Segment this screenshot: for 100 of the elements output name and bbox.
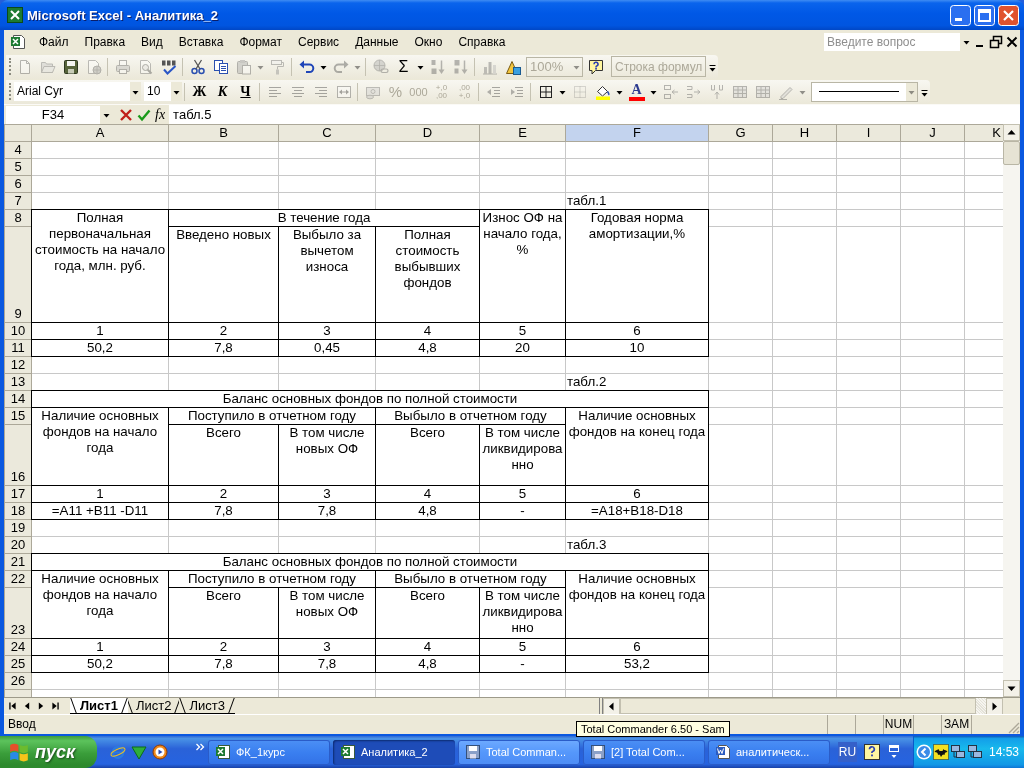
table-cell: - [479,655,566,673]
underline-button[interactable]: Ч [234,80,257,103]
paint-bucket-icon[interactable] [594,83,611,100]
insert-function-button[interactable]: fx [153,105,168,124]
menu-item[interactable]: Данные [347,33,407,51]
table-cell: 6 [565,638,709,656]
column-header[interactable]: F [565,124,709,142]
menu-item[interactable]: Справка [450,33,514,51]
line-sample-icon [819,88,899,95]
maximize-icon[interactable] [974,4,995,26]
table-cell: 7,8 [278,655,376,673]
taskbar-button[interactable]: [2] Total Com... [583,739,705,765]
italic-button[interactable]: К [211,80,234,103]
taskbar-button[interactable]: ФК_1курс [208,739,330,765]
scroll-left-icon[interactable] [603,698,620,715]
formula-field[interactable]: табл.5 [169,105,1020,124]
undo-arrow-icon[interactable] [298,58,315,75]
column-header[interactable]: H [772,124,837,142]
split-handle[interactable] [599,698,603,714]
scroll-up-icon[interactable] [1003,124,1020,141]
shapes-icon[interactable] [504,58,521,75]
menu-item[interactable]: Формат [231,33,291,51]
column-header[interactable]: D [375,124,480,142]
table-cell: 4,8 [375,655,480,673]
select-all-corner[interactable] [4,124,32,142]
font-color-button[interactable]: A [625,80,648,103]
table-cell: 1 [31,485,169,503]
bold-button[interactable]: Ж [188,80,211,103]
row-header[interactable]: 23 [4,587,32,639]
language-indicator[interactable]: RU [838,742,857,762]
column-header[interactable]: G [708,124,773,142]
vertical-scrollbar[interactable] [1003,124,1020,697]
restore-icon[interactable] [988,34,1004,50]
bat-icon[interactable] [933,744,949,760]
menu-item[interactable]: Вставка [170,33,232,51]
two-pages-icon[interactable] [212,58,229,75]
column-header[interactable]: A [31,124,169,142]
name-box[interactable]: F34 [6,105,100,124]
table-cell: 7,8 [278,502,376,520]
table-cell: 20 [479,339,566,357]
cross-icon[interactable] [118,106,134,123]
orbit-ring-icon[interactable] [110,744,126,760]
menu-item[interactable]: Файл [31,33,77,51]
scrollbar-thumb[interactable] [1003,141,1020,165]
document-icon [715,744,731,760]
sum-button[interactable]: Σ [392,55,415,78]
spreadsheet-document-icon[interactable] [10,34,26,50]
grip-handle[interactable] [9,58,13,75]
table-cell: Всего [375,587,480,639]
table-cell: 6 [565,322,709,340]
line-style-combo[interactable] [811,81,918,102]
scroll-right-icon[interactable] [986,698,1003,715]
table-cell: 50,2 [31,339,169,357]
table-cell: 10 [565,339,709,357]
menu-item[interactable]: Правка [76,33,134,51]
menu-item[interactable]: Окно [406,33,451,51]
menu-item[interactable]: Вид [133,33,171,51]
column-header[interactable]: I [836,124,901,142]
table-cell: 4 [375,485,480,503]
column-header[interactable]: B [168,124,279,142]
row-header[interactable]: 16 [4,424,32,486]
sheet-tab[interactable]: Лист1 [70,698,128,714]
help-icon[interactable] [864,744,880,760]
taskbar-button[interactable]: Аналитика_2 [333,739,455,765]
menu-item[interactable]: Сервис [290,33,348,51]
triangle-icon[interactable] [131,744,147,760]
play-disc-icon[interactable] [152,744,168,760]
grid-icon[interactable] [537,83,554,100]
table-cell: Всего [168,587,279,639]
table-cell: 50,2 [31,655,169,673]
taskbar-button[interactable]: аналитическ... [708,739,830,765]
table-cell: Всего [168,424,279,486]
column-header[interactable]: K [964,124,1003,142]
status-indicator: NUM [883,715,913,734]
row-header[interactable]: 9 [4,226,32,323]
table-cell: 7,8 [168,339,279,357]
table-cell: 5 [479,322,566,340]
letters-check-icon[interactable] [160,58,177,75]
status-indicator: ЗАМ [941,715,971,734]
network-computers-icon[interactable] [967,744,983,760]
table-cell: Выбыло в отчетном году [375,570,566,588]
table-cell: 3 [278,638,376,656]
sheet-tab[interactable]: Лист2 [125,698,182,714]
sheet-tab[interactable]: Лист3 [179,698,235,714]
table-cell: Выбыло в отчетном году [375,407,566,425]
column-header[interactable]: E [479,124,566,142]
close-icon[interactable] [1004,34,1020,50]
scissors-icon[interactable] [189,58,206,75]
scroll-down-icon[interactable] [1003,680,1020,697]
column-header[interactable]: J [900,124,965,142]
help-icon[interactable] [587,58,604,75]
table-cell: 4 [375,322,480,340]
table-cell: Наличие основных фондов на конец года [565,407,709,486]
table-cell: 6 [565,485,709,503]
question-field[interactable]: Введите вопрос [824,33,960,51]
chevron-icon[interactable] [195,741,205,753]
table-cell: 7,8 [168,502,279,520]
network-computers-icon[interactable] [950,744,966,760]
table-caption: табл.2 [567,374,607,389]
column-header[interactable]: C [278,124,376,142]
